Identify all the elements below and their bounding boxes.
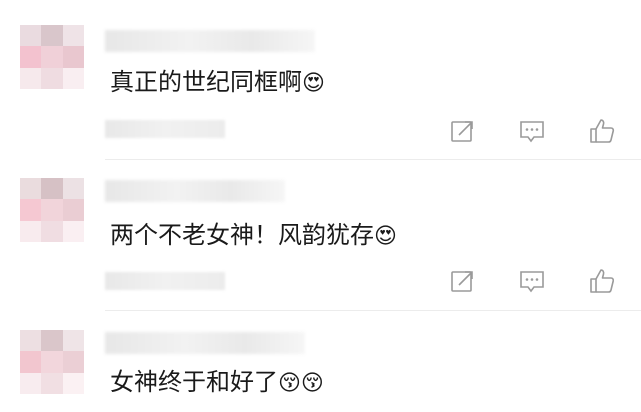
comment-text: 女神终于和好了😚😚 (110, 367, 324, 399)
comment-body: 女神终于和好了 (110, 368, 278, 396)
comment-item: 女神终于和好了😚😚 (0, 0, 641, 412)
avatar[interactable] (20, 330, 84, 394)
username-blurred[interactable] (105, 332, 305, 354)
emoji: 😚😚 (278, 371, 324, 396)
